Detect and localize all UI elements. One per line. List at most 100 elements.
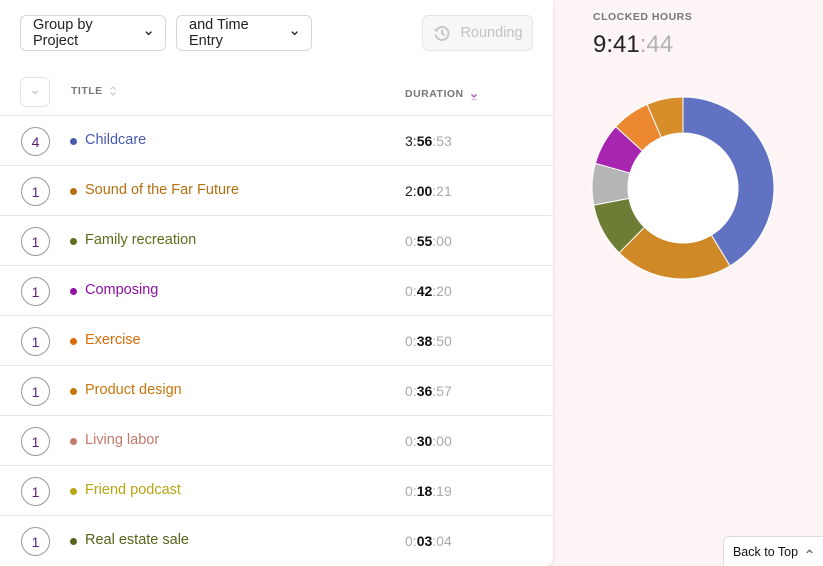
clocked-hours-label: CLOCKED HOURS	[593, 11, 693, 23]
duration-minutes: 00	[416, 183, 433, 199]
duration-minutes: 03	[416, 533, 433, 549]
duration-hours: 0	[405, 233, 413, 249]
project-title[interactable]: Friend podcast	[85, 482, 181, 498]
duration-value: 0:30:00	[405, 433, 452, 449]
column-header-title[interactable]: TITLE	[71, 85, 117, 97]
back-to-top-button[interactable]: Back to Top	[723, 536, 823, 566]
chevron-down-icon	[291, 31, 298, 36]
duration-minutes: 30	[416, 433, 433, 449]
project-title[interactable]: Real estate sale	[85, 532, 189, 548]
duration-minutes: 18	[416, 483, 433, 499]
project-color-dot	[70, 538, 77, 545]
project-title[interactable]: Exercise	[85, 332, 141, 348]
column-title-label: TITLE	[71, 85, 103, 97]
entry-count-badge[interactable]: 4	[21, 127, 50, 156]
duration-hours: 0	[405, 483, 413, 499]
table-row[interactable]: 1 Composing 0:42:20	[0, 266, 553, 316]
duration-hours: 0	[405, 533, 413, 549]
donut-chart	[591, 96, 775, 280]
table-row[interactable]: 1 Real estate sale 0:03:04	[0, 516, 553, 566]
rounding-label: Rounding	[460, 25, 523, 41]
chevron-down-icon	[145, 31, 152, 36]
table-row[interactable]: 1 Friend podcast 0:18:19	[0, 466, 553, 516]
duration-seconds: 50	[436, 333, 452, 349]
duration-value: 3:56:53	[405, 133, 452, 149]
project-title[interactable]: Childcare	[85, 132, 146, 148]
project-title[interactable]: Sound of the Far Future	[85, 182, 239, 198]
table-body: 4 Childcare 3:56:53 1 Sound of the Far F…	[0, 116, 553, 566]
duration-minutes: 56	[416, 133, 433, 149]
project-title[interactable]: Product design	[85, 382, 182, 398]
column-header-duration[interactable]: DURATION	[405, 85, 478, 103]
history-icon	[433, 25, 450, 41]
duration-hours: 0	[405, 383, 413, 399]
back-to-top-label: Back to Top	[732, 544, 799, 559]
duration-seconds: 00	[436, 433, 452, 449]
table-row[interactable]: 1 Sound of the Far Future 2:00:21	[0, 166, 553, 216]
duration-seconds: 53	[436, 133, 452, 149]
project-color-dot	[70, 238, 77, 245]
entry-count-badge[interactable]: 1	[21, 427, 50, 456]
donut-center	[628, 133, 738, 243]
table-row[interactable]: 1 Exercise 0:38:50	[0, 316, 553, 366]
duration-seconds: 19	[436, 483, 452, 499]
clocked-hours-value: 9:41:44	[593, 31, 673, 59]
entry-count-badge[interactable]: 1	[21, 327, 50, 356]
duration-seconds: 00	[436, 233, 452, 249]
duration-hours: 0	[405, 333, 413, 349]
sub-group-dropdown[interactable]: and Time Entry	[176, 15, 312, 51]
duration-value: 0:36:57	[405, 383, 452, 399]
duration-hours: 0	[405, 433, 413, 449]
table-header: TITLE DURATION	[0, 66, 553, 116]
clocked-hours-seconds: :44	[639, 31, 674, 58]
page: Group by Project and Time Entry Rounding	[0, 0, 823, 566]
project-title[interactable]: Family recreation	[85, 232, 196, 248]
duration-minutes: 38	[416, 333, 433, 349]
project-color-dot	[70, 438, 77, 445]
chevron-up-icon	[806, 549, 813, 554]
duration-value: 2:00:21	[405, 183, 452, 199]
duration-hours: 0	[405, 283, 413, 299]
duration-seconds: 20	[436, 283, 452, 299]
duration-seconds: 04	[436, 533, 452, 549]
duration-hours: 3	[405, 133, 413, 149]
rounding-button[interactable]: Rounding	[422, 15, 533, 51]
project-color-dot	[70, 288, 77, 295]
sub-group-label: and Time Entry	[189, 17, 249, 49]
entry-count-badge[interactable]: 1	[21, 277, 50, 306]
expand-all-toggle[interactable]	[20, 77, 50, 107]
duration-minutes: 42	[416, 283, 433, 299]
table-row[interactable]: 1 Family recreation 0:55:00	[0, 216, 553, 266]
toolbar: Group by Project and Time Entry Rounding	[0, 0, 553, 66]
entry-count-badge[interactable]: 1	[21, 377, 50, 406]
duration-value: 0:38:50	[405, 333, 452, 349]
project-color-dot	[70, 188, 77, 195]
sort-icon	[109, 86, 116, 96]
column-duration-label: DURATION	[405, 88, 464, 100]
duration-seconds: 57	[436, 383, 452, 399]
project-title[interactable]: Composing	[85, 282, 158, 298]
entries-card: Group by Project and Time Entry Rounding	[0, 0, 553, 566]
duration-hours: 2	[405, 183, 413, 199]
chevron-down-icon	[32, 90, 38, 95]
project-color-dot	[70, 488, 77, 495]
entry-count-badge[interactable]: 1	[21, 527, 50, 556]
table-row[interactable]: 4 Childcare 3:56:53	[0, 116, 553, 166]
project-title[interactable]: Living labor	[85, 432, 159, 448]
table-row[interactable]: 1 Product design 0:36:57	[0, 366, 553, 416]
project-color-dot	[70, 388, 77, 395]
group-by-dropdown[interactable]: Group by Project	[20, 15, 166, 51]
duration-minutes: 36	[416, 383, 433, 399]
group-by-label: Group by Project	[33, 17, 93, 49]
duration-value: 0:03:04	[405, 533, 452, 549]
entry-count-badge[interactable]: 1	[21, 227, 50, 256]
clocked-hours-hm: 9:41	[593, 31, 640, 58]
duration-seconds: 21	[436, 183, 452, 199]
duration-value: 0:55:00	[405, 233, 452, 249]
project-color-dot	[70, 138, 77, 145]
entry-count-badge[interactable]: 1	[21, 477, 50, 506]
table-row[interactable]: 1 Living labor 0:30:00	[0, 416, 553, 466]
duration-value: 0:18:19	[405, 483, 452, 499]
entry-count-badge[interactable]: 1	[21, 177, 50, 206]
duration-minutes: 55	[416, 233, 433, 249]
